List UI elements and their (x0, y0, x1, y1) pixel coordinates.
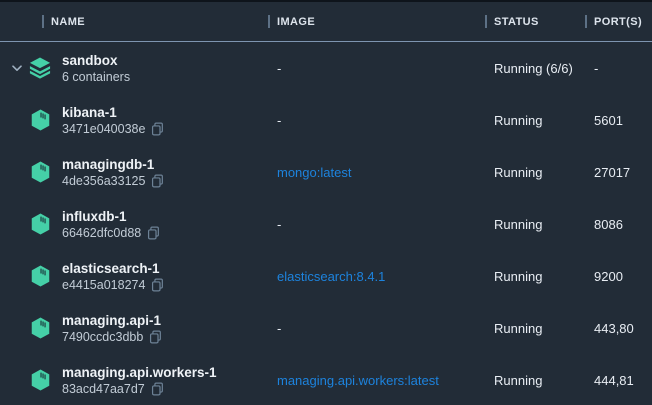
status-text: Running (6/6) (485, 42, 585, 94)
container-name: elasticsearch-1 (62, 260, 164, 277)
status-text: Running (485, 302, 585, 354)
image-cell: - (268, 198, 485, 250)
name-cell: elasticsearch-1 e4415a018274 (0, 250, 268, 302)
column-header-name: NAME (0, 2, 268, 41)
container-name: sandbox (62, 52, 130, 69)
table-row-compose-project[interactable]: sandbox 6 containers - Running (6/6) - (0, 42, 652, 94)
table-row[interactable]: kibana-1 3471e040038e - Running 5601 (0, 94, 652, 146)
image-name: - (277, 113, 281, 128)
container-name: kibana-1 (62, 104, 164, 121)
status-text: Running (485, 146, 585, 198)
image-name: - (277, 61, 281, 76)
container-icon (30, 160, 51, 184)
name-cell: sandbox 6 containers (0, 42, 268, 94)
copy-icon[interactable] (151, 278, 164, 292)
container-id: 4de356a33125 (62, 173, 145, 189)
name-cell: managing.api-1 7490ccdc3dbb (0, 302, 268, 354)
name-cell: managing.api.workers-1 83acd47aa7d7 (0, 354, 268, 405)
column-header-ports: PORT(S) (585, 2, 652, 41)
column-header-label: IMAGE (277, 16, 315, 28)
container-name: managingdb-1 (62, 156, 164, 173)
column-separator (585, 15, 587, 28)
container-id: 66462dfc0d88 (62, 225, 141, 241)
stack-icon (29, 57, 51, 80)
table-row[interactable]: managing.api.workers-1 83acd47aa7d7 mana… (0, 354, 652, 405)
container-icon (30, 368, 51, 392)
image-link[interactable]: elasticsearch:8.4.1 (277, 269, 385, 284)
image-name: - (277, 217, 281, 232)
chevron-down-icon[interactable] (12, 65, 22, 72)
name-cell: kibana-1 3471e040038e (0, 94, 268, 146)
image-cell: - (268, 94, 485, 146)
copy-icon[interactable] (151, 174, 164, 188)
container-icon (30, 264, 51, 288)
ports-text: 444,81 (585, 354, 652, 405)
container-id: 6 containers (62, 69, 130, 85)
status-text: Running (485, 354, 585, 405)
ports-text: 27017 (585, 146, 652, 198)
image-cell: - (268, 302, 485, 354)
column-header-status: STATUS (485, 2, 585, 41)
column-separator (485, 15, 487, 28)
table-header-row: NAME IMAGE STATUS PORT(S) (0, 2, 652, 42)
table-row[interactable]: managing.api-1 7490ccdc3dbb - Running 44… (0, 302, 652, 354)
copy-icon[interactable] (151, 382, 164, 396)
container-name: managing.api.workers-1 (62, 364, 217, 381)
column-header-image: IMAGE (268, 2, 485, 41)
ports-text: 8086 (585, 198, 652, 250)
table-row[interactable]: managingdb-1 4de356a33125 mongo:latest R… (0, 146, 652, 198)
ports-text: 443,80 (585, 302, 652, 354)
status-text: Running (485, 250, 585, 302)
column-header-label: STATUS (494, 16, 539, 28)
name-cell: managingdb-1 4de356a33125 (0, 146, 268, 198)
image-cell: mongo:latest (268, 146, 485, 198)
copy-icon[interactable] (151, 122, 164, 136)
image-cell: elasticsearch:8.4.1 (268, 250, 485, 302)
ports-text: 9200 (585, 250, 652, 302)
container-icon (30, 316, 51, 340)
column-separator (268, 15, 270, 28)
column-separator (42, 15, 44, 28)
status-text: Running (485, 94, 585, 146)
image-link[interactable]: managing.api.workers:latest (277, 373, 439, 388)
container-id: 3471e040038e (62, 121, 145, 137)
column-header-label: NAME (51, 16, 85, 28)
container-id: 83acd47aa7d7 (62, 381, 145, 397)
container-icon (30, 212, 51, 236)
container-name: managing.api-1 (62, 312, 162, 329)
containers-table: NAME IMAGE STATUS PORT(S) (0, 2, 652, 405)
container-id: e4415a018274 (62, 277, 145, 293)
image-cell: - (268, 42, 485, 94)
ports-text: - (585, 42, 652, 94)
container-icon (30, 108, 51, 132)
name-cell: influxdb-1 66462dfc0d88 (0, 198, 268, 250)
table-row[interactable]: influxdb-1 66462dfc0d88 - Running 8086 (0, 198, 652, 250)
copy-icon[interactable] (147, 226, 160, 240)
ports-text: 5601 (585, 94, 652, 146)
status-text: Running (485, 198, 585, 250)
copy-icon[interactable] (149, 330, 162, 344)
table-body: sandbox 6 containers - Running (6/6) - (0, 42, 652, 405)
container-id: 7490ccdc3dbb (62, 329, 143, 345)
column-header-label: PORT(S) (594, 16, 642, 28)
container-name: influxdb-1 (62, 208, 160, 225)
image-name: - (277, 321, 281, 336)
image-cell: managing.api.workers:latest (268, 354, 485, 405)
table-row[interactable]: elasticsearch-1 e4415a018274 elasticsear… (0, 250, 652, 302)
image-link[interactable]: mongo:latest (277, 165, 351, 180)
